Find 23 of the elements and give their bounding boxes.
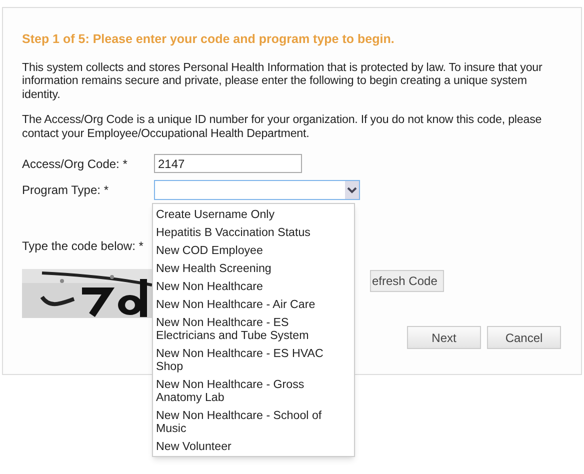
field-label: Access/Org Code: * <box>22 156 128 173</box>
dropdown-option[interactable]: New Non Healthcare - School of Music <box>153 406 354 437</box>
dropdown-option[interactable]: New Non Healthcare - ES Electricians and Tube System <box>153 313 354 344</box>
dropdown-option[interactable]: New Non Healthcare - Gross Anatomy Lab <box>153 375 354 406</box>
dropdown-option[interactable]: New Non Healthcare - Air Care <box>153 295 354 313</box>
field-label: Program Type: * <box>22 182 110 200</box>
dropdown-option[interactable]: New COD Employee <box>153 241 354 259</box>
refresh-code-button[interactable]: efresh Code <box>370 270 444 292</box>
step-heading: Step 1 of 5: Please enter your code and program type to begin. <box>22 31 396 48</box>
form-button[interactable]: Cancel <box>487 326 561 350</box>
access-code-field[interactable]: 2147 <box>154 154 302 174</box>
dropdown-option[interactable]: Hepatitis B Vaccination Status <box>153 223 354 241</box>
chevron-down-icon <box>345 181 359 200</box>
dropdown-option[interactable]: New Volunteer <box>153 437 354 455</box>
dropdown-option[interactable]: New Non Healthcare <box>153 277 354 295</box>
dropdown-option[interactable]: Create Username Only <box>153 205 354 223</box>
dropdown-option[interactable]: New Health Screening <box>153 259 354 277</box>
info-paragraph: This system collects and stores Personal Health Information that is protected by law. To insure that your information remains secure and private, please enter the following to begin creating a unique system identity. <box>22 60 544 102</box>
program-type-select[interactable] <box>154 180 360 200</box>
info-paragraph: The Access/Org Code is a unique ID number for your organization. If you do not know this code, please contact your Employee/Occupational Health Department. <box>22 113 543 140</box>
field-label: Type the code below: * <box>22 238 144 256</box>
dropdown-option[interactable]: New Non Healthcare - ES HVAC Shop <box>153 344 354 375</box>
form-button[interactable]: Next <box>407 326 481 350</box>
